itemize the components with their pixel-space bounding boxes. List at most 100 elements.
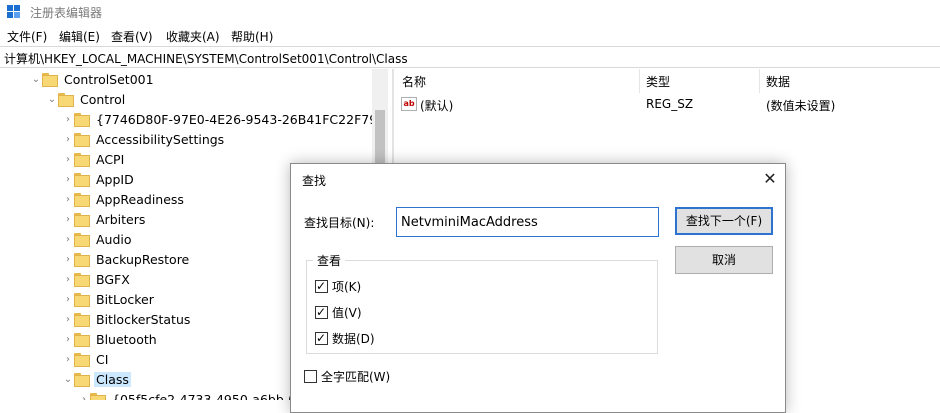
keys-checkbox[interactable]: 项(K) [315, 279, 362, 296]
chevron-down-icon[interactable]: ⌄ [30, 70, 42, 90]
tree-item[interactable]: › {7746D80F-97E0-4E26-9543-26B41FC22F79} [62, 110, 387, 130]
chevron-right-icon[interactable]: › [62, 290, 74, 310]
tree-item-label: BitLocker [96, 292, 154, 307]
tree-item-label: Arbiters [96, 212, 146, 227]
string-value-icon: ab [401, 97, 417, 111]
cancel-button[interactable]: 取消 [675, 246, 773, 274]
menu-file[interactable]: 文件(F) [7, 28, 47, 45]
close-icon[interactable]: ✕ [759, 168, 781, 190]
tree-item-label: AppID [96, 172, 134, 187]
chevron-right-icon[interactable]: › [78, 390, 90, 400]
folder-icon [90, 393, 106, 400]
match-whole-checkbox[interactable]: 全字匹配(W) [304, 370, 390, 386]
title-bar: 注册表编辑器 [0, 0, 940, 24]
tree-item-label: CI [96, 352, 109, 367]
chevron-down-icon[interactable]: ⌄ [46, 90, 58, 110]
tree-item-label: Audio [96, 232, 132, 247]
chevron-right-icon[interactable]: › [62, 130, 74, 150]
chevron-right-icon[interactable]: › [62, 250, 74, 270]
column-type-header[interactable]: 类型 [646, 73, 670, 90]
tree-item[interactable]: › {05f5cfe2-4733-4950-a6bb-07a... [78, 390, 326, 400]
values-checkbox[interactable]: 值(V) [315, 305, 362, 322]
chevron-right-icon[interactable]: › [62, 190, 74, 210]
folder-icon [74, 193, 90, 207]
column-separator[interactable] [759, 69, 760, 93]
value-type: REG_SZ [646, 97, 694, 111]
data-checkbox-label: 数据(D) [332, 332, 375, 346]
menu-edit[interactable]: 编辑(E) [59, 28, 100, 45]
value-name: (默认) [420, 99, 454, 113]
checkbox-unchecked-icon[interactable] [304, 370, 317, 383]
registry-editor-icon [7, 5, 21, 19]
tree-item[interactable]: › BackupRestore [62, 250, 191, 270]
checkbox-checked-icon[interactable] [315, 305, 328, 319]
folder-icon [74, 373, 90, 387]
tree-item[interactable]: › BitlockerStatus [62, 310, 192, 330]
tree-item-label: ControlSet001 [64, 72, 154, 87]
tree-item-label: BackupRestore [96, 252, 190, 267]
tree-item[interactable]: › AppID [62, 170, 136, 190]
menu-help[interactable]: 帮助(H) [231, 28, 273, 45]
tree-item[interactable]: › ACPI [62, 150, 126, 170]
tree-item-label: ACPI [96, 152, 125, 167]
chevron-right-icon[interactable]: › [62, 150, 74, 170]
menu-favorites[interactable]: 收藏夹(A) [166, 28, 220, 45]
chevron-right-icon[interactable]: › [62, 350, 74, 370]
folder-icon [74, 253, 90, 267]
find-target-input[interactable] [396, 207, 659, 237]
tree-item[interactable]: › Bluetooth [62, 330, 159, 350]
tree-item[interactable]: › Arbiters [62, 210, 147, 230]
find-next-button[interactable]: 查找下一个(F) [675, 207, 773, 235]
match-whole-label: 全字匹配(W) [321, 370, 391, 384]
tree-item-label: Control [80, 92, 126, 107]
folder-icon [58, 93, 74, 107]
find-target-label: 查找目标(N): [304, 216, 375, 230]
address-bar[interactable]: 计算机\HKEY_LOCAL_MACHINE\SYSTEM\ControlSet… [0, 46, 940, 68]
tree-item[interactable]: › AppReadiness [62, 190, 186, 210]
tree-item-label: Bluetooth [96, 332, 157, 347]
folder-icon [74, 173, 90, 187]
tree-item[interactable]: › Audio [62, 230, 134, 250]
folder-icon [74, 213, 90, 227]
tree-item-label: BGFX [96, 272, 130, 287]
chevron-right-icon[interactable]: › [62, 230, 74, 250]
chevron-right-icon[interactable]: › [62, 210, 74, 230]
folder-icon [42, 73, 58, 87]
folder-icon [74, 273, 90, 287]
data-checkbox[interactable]: 数据(D) [315, 331, 375, 348]
find-dialog: 查找 ✕ 查找目标(N): 查找下一个(F) 取消 查看 项(K) 值(V) 数… [290, 163, 786, 413]
keys-checkbox-label: 项(K) [332, 280, 362, 294]
tree-item[interactable]: › BGFX [62, 270, 132, 290]
folder-icon [74, 313, 90, 327]
tree-item[interactable]: › BitLocker [62, 290, 156, 310]
checkbox-checked-icon[interactable] [315, 331, 328, 345]
chevron-right-icon[interactable]: › [62, 170, 74, 190]
tree-scrollbar-thumb[interactable] [375, 110, 385, 170]
column-name-header[interactable]: 名称 [402, 73, 426, 90]
chevron-right-icon[interactable]: › [62, 330, 74, 350]
column-separator[interactable] [639, 69, 640, 93]
tree-item-label: Class [94, 372, 131, 387]
tree-item[interactable]: › CI [62, 350, 110, 370]
address-path[interactable]: 计算机\HKEY_LOCAL_MACHINE\SYSTEM\ControlSet… [4, 50, 408, 67]
look-at-group-title: 查看 [313, 252, 346, 269]
chevron-right-icon[interactable]: › [62, 110, 74, 130]
tree-item[interactable]: ⌄ ControlSet001 [30, 70, 156, 90]
tree-item-label: AppReadiness [96, 192, 184, 207]
values-list-row[interactable]: ab (默认) REG_SZ (数值未设置) [394, 95, 940, 115]
tree-item-label: {7746D80F-97E0-4E26-9543-26B41FC22F79} [96, 112, 386, 127]
chevron-right-icon[interactable]: › [62, 270, 74, 290]
tree-item[interactable]: › AccessibilitySettings [62, 130, 226, 150]
folder-icon [74, 133, 90, 147]
menu-view[interactable]: 查看(V) [111, 28, 153, 45]
column-data-header[interactable]: 数据 [766, 73, 790, 90]
tree-item-selected[interactable]: ⌄ Class [62, 370, 131, 390]
value-data: (数值未设置) [766, 99, 836, 113]
checkbox-checked-icon[interactable] [315, 279, 328, 293]
tree-item[interactable]: ⌄ Control [46, 90, 127, 110]
folder-icon [74, 333, 90, 347]
menu-bar: 文件(F) 编辑(E) 查看(V) 收藏夹(A) 帮助(H) [0, 25, 940, 45]
folder-icon [74, 113, 90, 127]
chevron-down-icon[interactable]: ⌄ [62, 370, 74, 390]
chevron-right-icon[interactable]: › [62, 310, 74, 330]
